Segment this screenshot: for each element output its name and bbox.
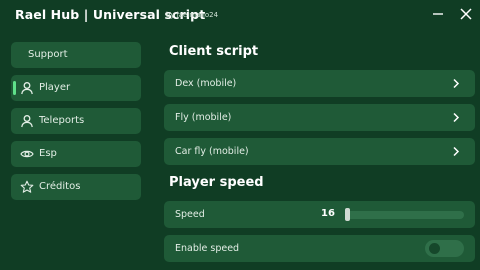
enable-speed-row: Enable speed xyxy=(164,235,475,262)
active-indicator xyxy=(13,81,16,95)
enable-speed-label: Enable speed xyxy=(175,243,240,254)
close-button[interactable] xyxy=(459,7,473,21)
chevron-right-icon xyxy=(451,78,461,89)
user-icon xyxy=(20,114,34,128)
speed-slider-thumb[interactable] xyxy=(345,208,350,221)
chevron-right-icon xyxy=(451,112,461,123)
sidebar-item-label: Esp xyxy=(39,148,57,159)
minimize-icon xyxy=(433,13,443,15)
script-item-fly[interactable]: Fly (mobile) xyxy=(164,104,475,131)
sidebar-item-teleports[interactable]: Teleports xyxy=(11,108,141,134)
script-item-dex[interactable]: Dex (mobile) xyxy=(164,70,475,97)
script-item-label: Fly (mobile) xyxy=(175,112,232,123)
sidebar-item-support[interactable]: Support xyxy=(11,42,141,68)
sidebar-item-label: Support xyxy=(28,49,68,60)
speed-slider-row: Speed 16 xyxy=(164,201,475,228)
speed-value: 16 xyxy=(321,208,335,219)
window-subtitle: by laelmano24 xyxy=(166,11,219,19)
speed-slider[interactable] xyxy=(345,211,464,219)
sidebar-item-esp[interactable]: Esp xyxy=(11,141,141,167)
sidebar-item-label: Player xyxy=(39,82,71,93)
script-item-label: Car fly (mobile) xyxy=(175,146,249,157)
user-icon xyxy=(20,81,34,95)
section-title-client-script: Client script xyxy=(169,44,259,59)
sidebar-item-creditos[interactable]: Créditos xyxy=(11,174,141,200)
hub-window: Rael Hub | Universal script by laelmano2… xyxy=(0,0,480,270)
toggle-knob xyxy=(429,243,440,254)
star-icon xyxy=(20,180,34,194)
script-item-car-fly[interactable]: Car fly (mobile) xyxy=(164,138,475,165)
title-bar: Rael Hub | Universal script by laelmano2… xyxy=(0,0,480,30)
eye-icon xyxy=(20,147,34,161)
minimize-button[interactable] xyxy=(431,7,445,21)
close-icon xyxy=(460,8,472,20)
sidebar-item-label: Teleports xyxy=(39,115,85,126)
sidebar-item-label: Créditos xyxy=(39,181,81,192)
section-title-player-speed: Player speed xyxy=(169,175,264,190)
chevron-right-icon xyxy=(451,146,461,157)
enable-speed-toggle[interactable] xyxy=(425,240,464,257)
sidebar-item-player[interactable]: Player xyxy=(11,75,141,101)
script-item-label: Dex (mobile) xyxy=(175,78,237,89)
speed-label: Speed xyxy=(175,209,205,220)
